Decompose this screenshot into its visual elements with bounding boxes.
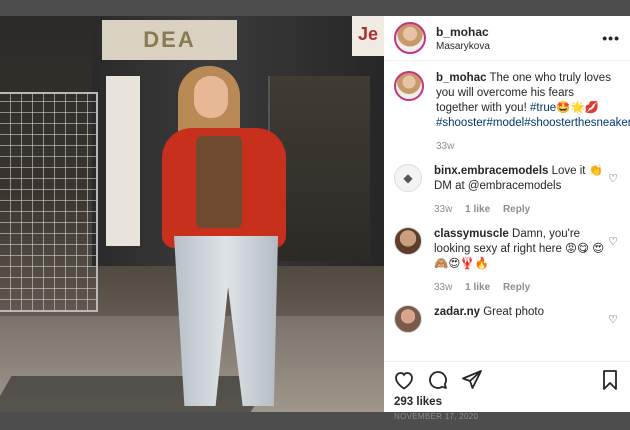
comment-age: 33w — [434, 204, 453, 215]
more-options-icon[interactable]: ••• — [602, 30, 620, 46]
share-icon[interactable] — [460, 368, 484, 392]
comment-likes[interactable]: 1 like — [465, 204, 490, 215]
comment-likes[interactable]: 1 like — [465, 282, 490, 293]
binx-logo-icon[interactable]: ◆ — [394, 164, 422, 192]
caption: b_mohac The one who truly loves you will… — [384, 61, 630, 154]
store-window — [106, 76, 140, 246]
ripped-jeans — [174, 236, 278, 406]
post-header: b_mohac Masarykova ••• — [384, 16, 630, 61]
heart-icon[interactable] — [392, 368, 416, 392]
post-sidebar: b_mohac Masarykova ••• b_mohac The one w… — [384, 16, 630, 421]
username-link[interactable]: b_mohac — [436, 25, 602, 39]
avatar[interactable] — [394, 71, 424, 101]
post-modal: DEA Je b_mohac Masarykova ••• b_mohac Th… — [0, 16, 630, 421]
comment-like-heart-icon[interactable]: ♡ — [608, 313, 618, 326]
face — [194, 76, 228, 118]
avatar[interactable] — [394, 22, 426, 54]
comment-username[interactable]: binx.embracemodels — [434, 165, 548, 177]
location-link[interactable]: Masarykova — [436, 41, 602, 52]
comment-age: 33w — [434, 282, 453, 293]
avatar[interactable] — [394, 227, 422, 255]
avatar[interactable] — [394, 305, 422, 333]
store-sign-2: Je — [352, 16, 384, 56]
store-sign: DEA — [102, 20, 237, 60]
header-info: b_mohac Masarykova — [436, 25, 602, 52]
comment-text: Great photo — [483, 306, 544, 318]
comment-item: ◆ binx.embracemodels Love it 👏 DM at @em… — [384, 154, 630, 217]
bookmark-icon[interactable] — [598, 368, 622, 392]
post-date: NOVEMBER 17, 2020 — [394, 412, 479, 421]
comment-username[interactable]: classymuscle — [434, 228, 509, 240]
comments-list[interactable]: b_mohac The one who truly loves you will… — [384, 61, 630, 361]
likes-count[interactable]: 293 likes — [384, 392, 630, 408]
comment-item: classymuscle Damn, you're looking sexy a… — [384, 217, 630, 295]
brown-top — [196, 136, 242, 228]
post-photo[interactable]: DEA Je — [0, 16, 384, 412]
model-figure — [150, 56, 290, 412]
caption-username[interactable]: b_mohac — [436, 72, 487, 84]
caption-age: 33w — [436, 141, 455, 152]
reply-button[interactable]: Reply — [503, 282, 530, 293]
comment-icon[interactable] — [426, 368, 450, 392]
comment-like-heart-icon[interactable]: ♡ — [608, 172, 618, 185]
reply-button[interactable]: Reply — [503, 204, 530, 215]
post-actions: 293 likes NOVEMBER 17, 2020 — [384, 361, 630, 421]
comment-like-heart-icon[interactable]: ♡ — [608, 235, 618, 248]
fence — [0, 92, 98, 312]
comment-item: zadar.ny Great photo ♡ — [384, 295, 630, 333]
comment-username[interactable]: zadar.ny — [434, 306, 480, 318]
